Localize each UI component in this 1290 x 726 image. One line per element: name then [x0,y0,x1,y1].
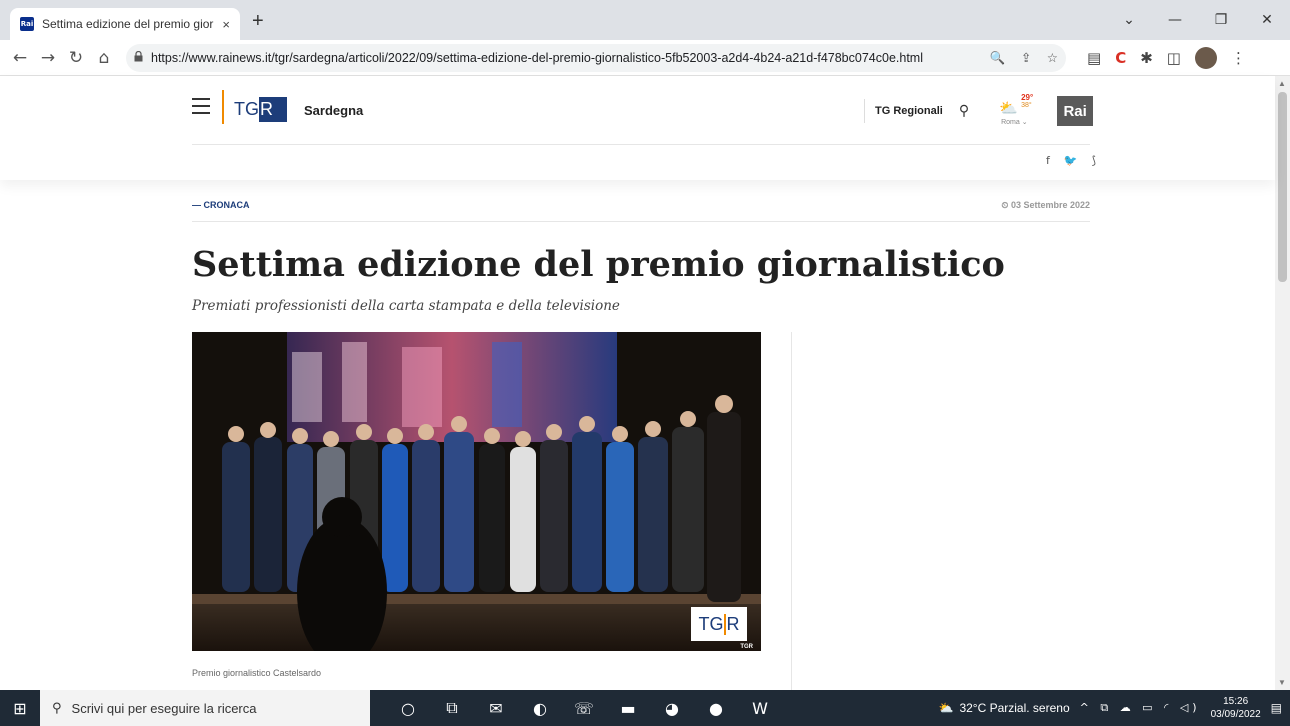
weather-city-select[interactable]: Roma ⌄ [1001,118,1027,126]
rai-favicon-icon: Rai [20,17,34,31]
file-explorer-icon[interactable]: ▬ [606,699,650,718]
restore-button[interactable]: ❐ [1198,12,1244,28]
bookmark-star-icon[interactable]: ☆ [1047,50,1058,65]
tab-title: Settima edizione del premio gior [42,17,214,31]
taskbar-clock[interactable]: 15:26 03/09/2022 [1211,695,1261,721]
twitter-icon[interactable]: 🐦 [1064,154,1078,167]
notification-icon[interactable]: ▤ [1271,701,1282,715]
taskbar-apps: ○ ⧉ ✉ ◐ ☏ ▬ ◕ ● W [386,698,782,718]
tgr-logo-tg: TG [234,98,259,119]
rss-icon[interactable]: ⟆ [1092,154,1096,167]
social-links: f 🐦 ⟆ [1032,154,1096,167]
task-view-icon[interactable]: ⧉ [430,698,474,718]
extensions-area: ▤ C ✱ ◫ ⋮ [1080,46,1253,69]
article-meta: — CRONACA ⏲ 03 Settembre 2022 [192,198,1090,222]
header-actions: TG Regionali ⚲ ⛅ 29° 38° Roma ⌄ Rai [864,93,1094,129]
taskbar-search-placeholder: Scrivi qui per eseguire la ricerca [71,700,257,716]
logo-separator [222,90,224,124]
category-link[interactable]: — CRONACA [192,200,250,210]
browser-menu-icon[interactable]: ⋮ [1231,49,1246,67]
watermark-small-label: TGR [740,644,753,650]
header-divider [864,99,865,123]
rai-logo[interactable]: Rai [1057,96,1094,126]
windows-start-icon[interactable]: ⊞ [0,699,40,718]
url-text[interactable]: https://www.rainews.it/tgr/sardegna/arti… [151,51,978,65]
watermark-tg: TG [698,613,724,634]
weather-min-temp: 38° [1021,102,1032,109]
weather-max-temp: 29° [1021,93,1034,102]
minimize-button[interactable]: — [1152,12,1198,28]
new-tab-button[interactable]: + [252,10,264,33]
word-icon[interactable]: W [738,699,782,718]
back-button[interactable]: ← [6,48,34,68]
scroll-down-icon[interactable]: ▼ [1278,678,1286,687]
system-tray: ⛅ 32°C Parzial. sereno ^ ⧉ ☁ ▭ ◜ ◁) 15:2… [938,695,1290,721]
scrollbar-thumb[interactable] [1278,92,1287,282]
weather-widget[interactable]: ⛅ 29° 38° Roma ⌄ [993,93,1039,129]
edge-icon[interactable]: ◐ [518,699,562,718]
column-divider [791,332,792,690]
forward-button[interactable]: → [34,48,62,68]
browser-tab-strip: Rai Settima edizione del premio gior × +… [0,0,1290,40]
article-date: ⏲ 03 Settembre 2022 [1001,200,1090,210]
search-icon[interactable]: ⚲ [959,103,969,119]
url-path: /tgr/sardegna/articoli/2022/09/settima-e… [271,50,923,65]
tray-icons[interactable]: ^ ⧉ ☁ ▭ ◜ ◁) [1080,701,1201,715]
close-window-button[interactable]: ✕ [1244,12,1290,28]
url-scheme: https:// [151,50,189,65]
taskbar-search-icon: ⚲ [52,700,62,716]
reload-button[interactable]: ↻ [62,48,90,68]
tgr-logo-r: R [259,96,287,122]
profile-avatar[interactable] [1194,46,1217,69]
mail-icon[interactable]: ✉ [474,699,518,718]
extensions-puzzle-icon[interactable]: ✱ [1140,49,1153,67]
hamburger-menu-icon[interactable] [192,98,210,119]
header-divider-line [192,144,1090,145]
side-panel-icon[interactable]: ◫ [1167,49,1181,67]
tab-close-icon[interactable]: × [222,17,230,32]
zoom-icon[interactable]: 🔍 [990,50,1006,65]
region-title[interactable]: Sardegna [304,103,363,118]
windows-taskbar: ⊞ ⚲ Scrivi qui per eseguire la ricerca ○… [0,690,1290,726]
article-photo[interactable]: TG R TGR [192,332,761,651]
url-host: www.rainews.it [188,50,272,65]
tgr-watermark: TG R [691,607,747,641]
tab-search-icon[interactable]: ⌄ [1106,12,1152,28]
photo-caption: Premio giornalistico Castelsardo [192,668,322,678]
address-bar[interactable]: https://www.rainews.it/tgr/sardegna/arti… [126,43,1066,72]
reading-list-icon[interactable]: ▤ [1087,49,1101,67]
watermark-r: R [723,613,740,635]
browser-toolbar: ← → ↻ ⌂ https://www.rainews.it/tgr/sarde… [0,40,1290,76]
firefox-icon[interactable]: ◕ [650,699,694,718]
weather-icon: ⛅ [999,99,1018,117]
article-subtitle: Premiati professionisti della carta stam… [192,298,620,314]
window-controls: ⌄ — ❐ ✕ [1106,0,1290,40]
facebook-icon[interactable]: f [1046,154,1050,167]
stage-photo-illustration [192,332,761,651]
cortana-icon[interactable]: ○ [386,699,430,718]
clock-time: 15:26 [1223,696,1249,707]
page-scrollbar[interactable]: ▲ ▼ [1275,76,1290,690]
extension-icon[interactable]: C [1115,49,1126,67]
whatsapp-icon[interactable]: ☏ [562,699,606,718]
clock-date: 03/09/2022 [1210,709,1261,720]
home-button[interactable]: ⌂ [90,48,118,68]
tgr-logo[interactable]: TG R [234,94,287,124]
article-title: Settima edizione del premio giornalistic… [192,244,1005,285]
share-icon[interactable]: ⇪ [1021,50,1031,65]
lock-icon[interactable] [134,50,143,65]
tg-regionali-link[interactable]: TG Regionali [875,105,943,117]
taskbar-weather-icon[interactable]: ⛅ [938,701,953,715]
browser-tab-active[interactable]: Rai Settima edizione del premio gior × [10,8,240,40]
taskbar-weather-text[interactable]: 32°C Parzial. sereno [959,701,1069,715]
scroll-up-icon[interactable]: ▲ [1278,79,1286,88]
site-header: TG R Sardegna TG Regionali ⚲ ⛅ 29° 38° Ro… [0,76,1275,180]
chrome-icon[interactable]: ● [694,699,738,718]
taskbar-search-input[interactable]: ⚲ Scrivi qui per eseguire la ricerca [40,690,370,726]
